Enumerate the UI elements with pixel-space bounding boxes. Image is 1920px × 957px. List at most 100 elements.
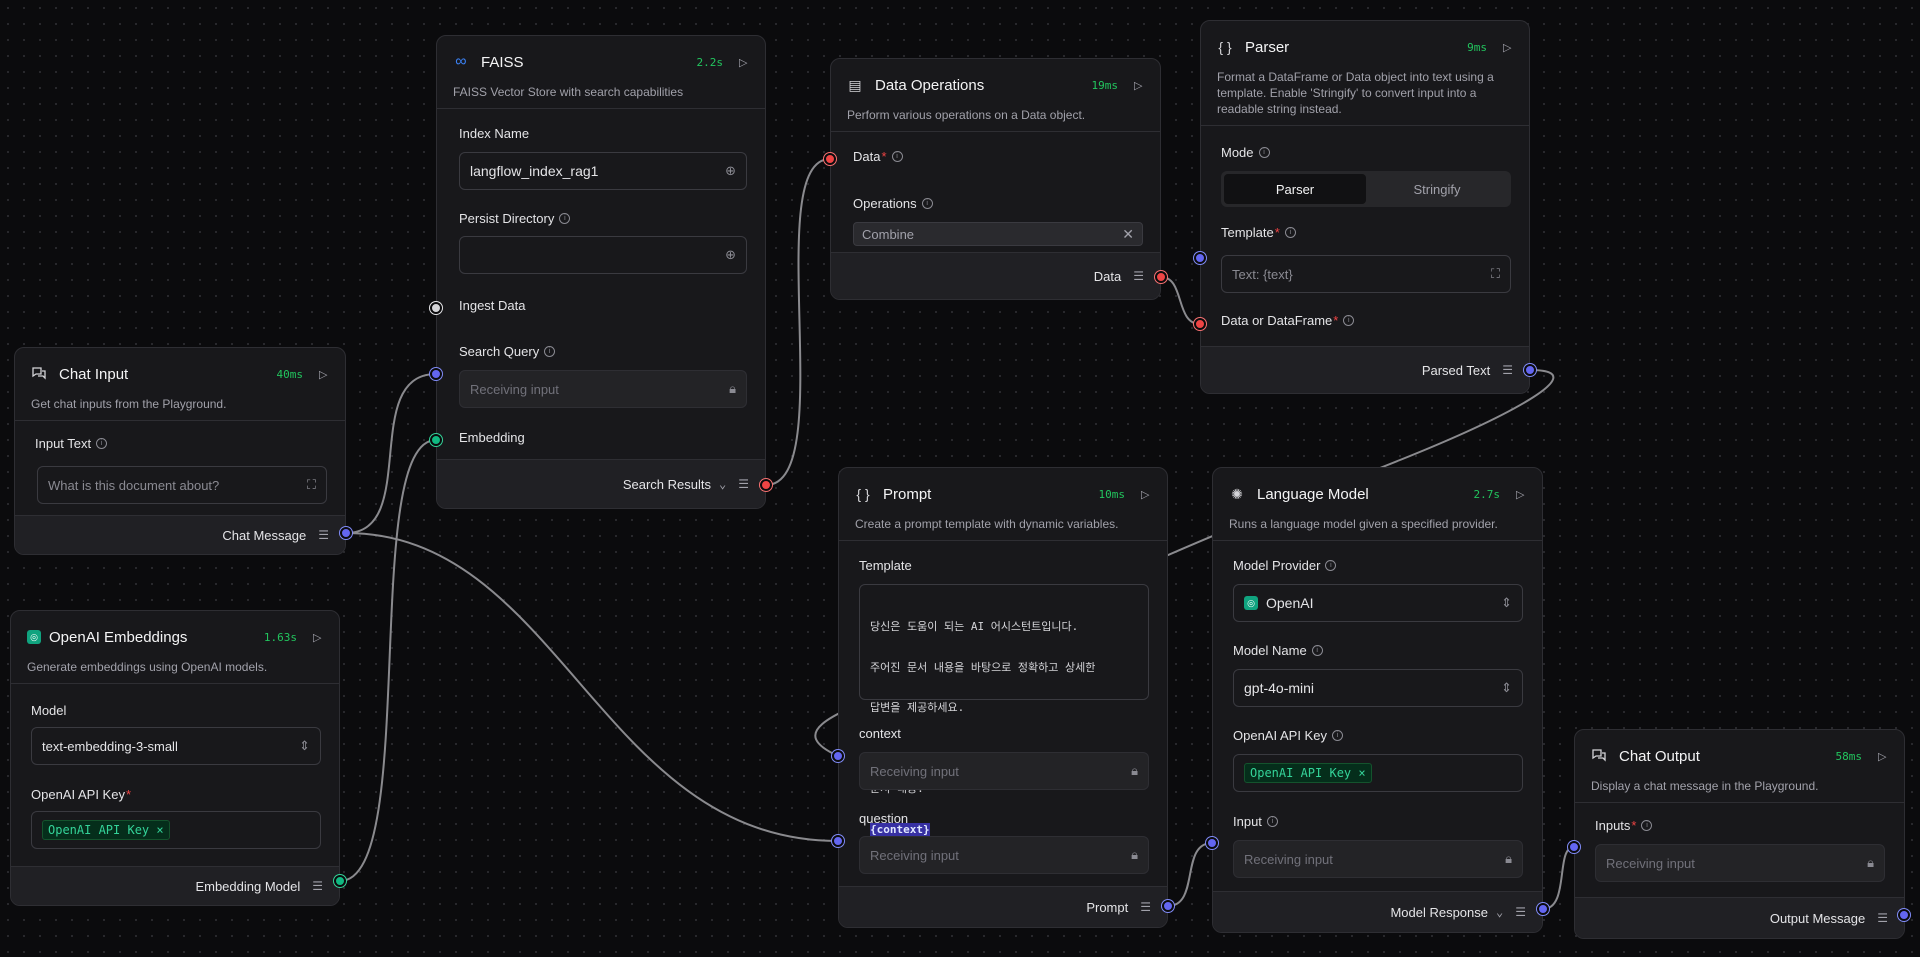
info-icon: i — [1284, 227, 1296, 238]
model-provider-select[interactable]: ◎ OpenAI ⇕ — [1233, 584, 1523, 622]
chevron-down-icon[interactable]: ⌄ — [1496, 905, 1503, 919]
info-icon: i — [1325, 560, 1337, 571]
dataop-data-handle[interactable] — [824, 153, 836, 165]
chat-output-node[interactable]: Chat Output 58ms ▷ Display a chat messag… — [1574, 729, 1905, 939]
field-label: Persist Directory — [459, 211, 555, 226]
edge-prompt-to-llm — [1167, 842, 1213, 907]
globe-icon[interactable]: ⊕ — [725, 163, 736, 179]
chat-input-output-handle[interactable] — [340, 527, 352, 539]
chat-bubbles-icon — [1591, 748, 1607, 764]
list-search-icon[interactable]: ☰ — [1515, 905, 1526, 919]
list-search-icon[interactable]: ☰ — [318, 528, 329, 542]
lock-icon: 🔒︎ — [1867, 855, 1874, 870]
chat-output-output-handle[interactable] — [1898, 909, 1910, 921]
play-icon[interactable]: ▷ — [1878, 750, 1888, 763]
parser-node[interactable]: { } Parser 9ms ▷ Format a DataFrame or D… — [1200, 20, 1530, 394]
field-label: Model Provider — [1233, 558, 1321, 573]
play-icon[interactable]: ▷ — [1141, 488, 1151, 501]
faiss-embedding-handle[interactable] — [430, 434, 442, 446]
close-icon[interactable]: ✕ — [1122, 226, 1134, 243]
prompt-node[interactable]: { } Prompt 10ms ▷ Create a prompt templa… — [838, 467, 1168, 928]
chat-bubbles-icon — [31, 366, 47, 382]
info-icon: i — [544, 346, 556, 357]
lock-icon: 🔒︎ — [1131, 763, 1138, 778]
embeddings-output-handle[interactable] — [334, 875, 346, 887]
field-label: context — [859, 726, 901, 741]
lock-icon: 🔒︎ — [1131, 847, 1138, 862]
expand-icon[interactable]: ⛶ — [307, 477, 316, 493]
field-label: Embedding — [459, 430, 525, 445]
prompt-context-handle[interactable] — [832, 750, 844, 762]
parser-template-handle[interactable] — [1194, 252, 1206, 264]
chat-output-inputs-handle[interactable] — [1568, 841, 1580, 853]
list-search-icon[interactable]: ☰ — [738, 477, 749, 491]
list-search-icon[interactable]: ☰ — [1877, 911, 1888, 925]
run-time: 1.63s — [263, 630, 297, 644]
list-search-icon[interactable]: ☰ — [1502, 363, 1513, 377]
node-output-row: Data ☰ — [831, 252, 1160, 299]
play-icon[interactable]: ▷ — [1516, 488, 1526, 501]
llm-output-handle[interactable] — [1537, 903, 1549, 915]
index-name-field[interactable]: langflow_index_rag1 ⊕ — [459, 152, 747, 190]
output-label[interactable]: Model Response — [1390, 905, 1488, 920]
node-description: Generate embeddings using OpenAI models. — [27, 660, 268, 674]
question-field: Receiving input 🔒︎ — [859, 836, 1149, 874]
node-output-row: Prompt ☰ — [839, 886, 1167, 927]
output-label: Embedding Model — [195, 878, 301, 894]
input-text-field[interactable]: What is this document about? ⛶ — [37, 466, 327, 504]
expand-icon[interactable]: ⛶ — [1491, 266, 1500, 282]
api-key-tag: OpenAI API Key × — [42, 820, 170, 840]
mode-option-parser[interactable]: Parser — [1224, 174, 1366, 204]
llm-input-handle[interactable] — [1206, 837, 1218, 849]
node-output-row: Model Response ⌄ ☰ — [1213, 891, 1542, 932]
operation-chip[interactable]: Combine ✕ — [853, 222, 1143, 246]
model-name-select[interactable]: gpt-4o-mini ⇕ — [1233, 669, 1523, 707]
mode-toggle[interactable]: Parser Stringify — [1221, 171, 1511, 207]
list-search-icon[interactable]: ☰ — [1140, 900, 1151, 914]
faiss-output-handle[interactable] — [760, 479, 772, 491]
faiss-search-query-handle[interactable] — [430, 368, 442, 380]
list-search-icon[interactable]: ☰ — [1133, 269, 1144, 283]
node-output-row: Output Message ☰ — [1575, 897, 1904, 938]
node-output-row: Search Results ⌄ ☰ — [437, 459, 765, 508]
play-icon[interactable]: ▷ — [313, 631, 323, 644]
node-output-row: Embedding Model ☰ — [11, 866, 339, 905]
output-label[interactable]: Search Results — [623, 477, 711, 492]
prompt-output-handle[interactable] — [1162, 900, 1174, 912]
chevron-down-icon[interactable]: ⌄ — [719, 477, 726, 491]
faiss-node[interactable]: ∞ FAISS 2.2s ▷ FAISS Vector Store with s… — [436, 35, 766, 509]
prompt-template-editor[interactable]: 당신은 도움이 되는 AI 어시스턴트입니다. 주어진 문서 내용을 바탕으로 … — [859, 584, 1149, 836]
field-label: Mode — [1221, 145, 1254, 160]
run-time: 2.7s — [1473, 487, 1501, 501]
persist-directory-field[interactable]: ⊕ — [459, 236, 747, 274]
faiss-ingest-handle[interactable] — [430, 302, 442, 314]
language-model-node[interactable]: ✺ Language Model 2.7s ▷ Runs a language … — [1212, 467, 1543, 933]
play-icon[interactable]: ▷ — [1134, 79, 1144, 92]
dataop-output-handle[interactable] — [1155, 271, 1167, 283]
search-query-field: Receiving input 🔒︎ — [459, 370, 747, 408]
prompt-question-handle[interactable] — [832, 835, 844, 847]
play-icon[interactable]: ▷ — [319, 368, 329, 381]
edge-dataop-to-parser — [1160, 276, 1201, 325]
chat-input-node[interactable]: Chat Input 40ms ▷ Get chat inputs from t… — [14, 347, 346, 555]
openai-embeddings-node[interactable]: ◎ OpenAI Embeddings 1.63s ▷ Generate emb… — [10, 610, 340, 906]
list-search-icon[interactable]: ☰ — [312, 879, 323, 893]
model-select[interactable]: text-embedding-3-small ⇕ — [31, 727, 321, 765]
play-icon[interactable]: ▷ — [1503, 41, 1513, 54]
globe-icon[interactable]: ⊕ — [725, 247, 736, 263]
parser-data-handle[interactable] — [1194, 318, 1206, 330]
api-key-field[interactable]: OpenAI API Key × — [1233, 754, 1523, 792]
node-title: Prompt — [883, 485, 932, 503]
info-icon: i — [921, 198, 933, 209]
template-field[interactable]: Text: {text} ⛶ — [1221, 255, 1511, 293]
node-title: Data Operations — [875, 76, 985, 94]
run-time: 9ms — [1467, 40, 1487, 54]
mode-option-stringify[interactable]: Stringify — [1366, 174, 1508, 204]
info-icon: i — [891, 151, 903, 162]
data-operations-node[interactable]: ▤ Data Operations 19ms ▷ Perform various… — [830, 58, 1161, 300]
brain-circuit-icon: ✺ — [1231, 485, 1243, 502]
play-icon[interactable]: ▷ — [739, 56, 749, 69]
node-description: Display a chat message in the Playground… — [1591, 779, 1819, 793]
parser-output-handle[interactable] — [1524, 364, 1536, 376]
api-key-field[interactable]: OpenAI API Key × — [31, 811, 321, 849]
